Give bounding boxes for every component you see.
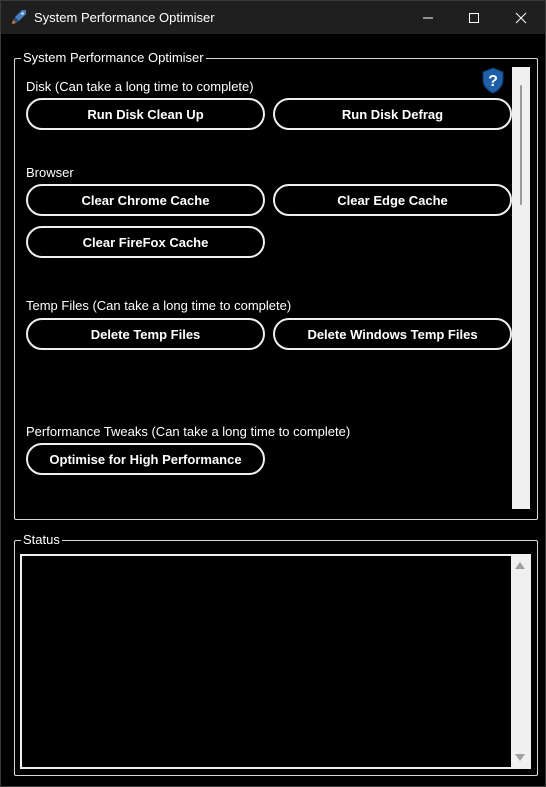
run-disk-cleanup-button[interactable]: Run Disk Clean Up xyxy=(26,98,265,130)
status-scrollbar[interactable] xyxy=(511,556,529,767)
window-title: System Performance Optimiser xyxy=(34,10,215,25)
main-scrollbar-thumb[interactable] xyxy=(520,85,522,205)
minimize-button[interactable] xyxy=(405,1,451,34)
close-icon xyxy=(515,12,527,23)
maximize-button[interactable] xyxy=(451,1,497,34)
clear-chrome-cache-button[interactable]: Clear Chrome Cache xyxy=(26,184,265,216)
svg-text:?: ? xyxy=(488,73,498,90)
title-bar[interactable]: System Performance Optimiser xyxy=(1,1,545,34)
minimize-icon xyxy=(423,17,433,18)
optimiser-groupbox-legend: System Performance Optimiser xyxy=(21,50,206,66)
scroll-up-arrow-icon[interactable] xyxy=(515,562,525,569)
scroll-down-arrow-icon[interactable] xyxy=(515,754,525,761)
clear-edge-cache-button[interactable]: Clear Edge Cache xyxy=(273,184,512,216)
maximize-icon xyxy=(469,12,479,23)
run-disk-defrag-button[interactable]: Run Disk Defrag xyxy=(273,98,512,130)
delete-windows-temp-files-button[interactable]: Delete Windows Temp Files xyxy=(273,318,512,350)
clear-firefox-cache-button[interactable]: Clear FireFox Cache xyxy=(26,226,265,258)
app-window: System Performance Optimiser System Perf… xyxy=(0,0,546,787)
performance-tweaks-section-label: Performance Tweaks (Can take a long time… xyxy=(26,424,351,439)
status-groupbox-legend: Status xyxy=(21,532,62,548)
optimise-high-performance-button[interactable]: Optimise for High Performance xyxy=(26,443,265,475)
rocket-app-icon xyxy=(11,9,27,25)
question-shield-icon[interactable]: ? xyxy=(481,67,505,94)
main-scrollbar[interactable] xyxy=(512,67,530,509)
close-button[interactable] xyxy=(498,1,544,34)
delete-temp-files-button[interactable]: Delete Temp Files xyxy=(26,318,265,350)
status-output-textbox[interactable] xyxy=(20,554,531,769)
disk-section-label: Disk (Can take a long time to complete) xyxy=(26,79,254,94)
browser-section-label: Browser xyxy=(26,165,74,180)
temp-files-section-label: Temp Files (Can take a long time to comp… xyxy=(26,298,292,313)
